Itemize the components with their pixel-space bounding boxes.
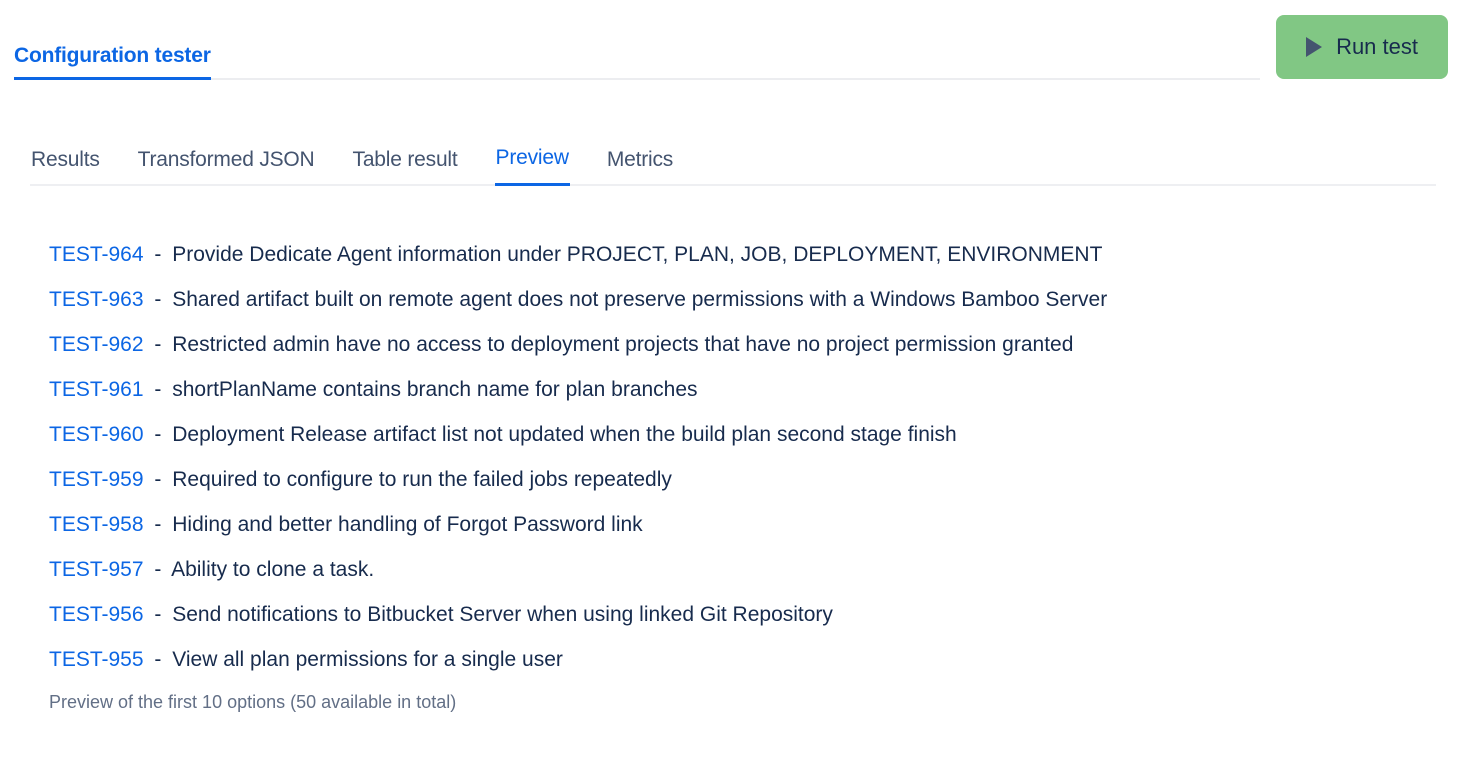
issue-key-link[interactable]: TEST-963 [49,288,144,311]
issue-summary: Deployment Release artifact list not upd… [172,423,957,446]
issue-key-link[interactable]: TEST-958 [49,513,144,536]
separator: - [154,468,161,491]
run-test-button[interactable]: Run test [1276,15,1448,79]
list-item: TEST-962 - Restricted admin have no acce… [49,332,1436,357]
issue-key-link[interactable]: TEST-959 [49,468,144,491]
separator: - [154,243,161,266]
issue-key-link[interactable]: TEST-957 [49,558,144,581]
issue-key-link[interactable]: TEST-956 [49,603,144,626]
issue-summary: Provide Dedicate Agent information under… [172,243,1102,266]
issue-summary: shortPlanName contains branch name for p… [172,378,697,401]
title-tab-strip: Configuration tester [14,0,1260,80]
list-item: TEST-958 - Hiding and better handling of… [49,512,1436,537]
list-item: TEST-961 - shortPlanName contains branch… [49,377,1436,402]
tab-metrics[interactable]: Metrics [606,146,674,186]
issue-summary: Required to configure to run the failed … [172,468,672,491]
separator: - [154,288,161,311]
issue-summary: Hiding and better handling of Forgot Pas… [172,513,642,536]
issue-summary: Ability to clone a task. [171,558,374,581]
issue-summary: Send notifications to Bitbucket Server w… [172,603,833,626]
preview-list: TEST-964 - Provide Dedicate Agent inform… [0,242,1466,672]
separator: - [154,378,161,401]
issue-summary: View all plan permissions for a single u… [172,648,563,671]
play-icon [1306,37,1322,57]
separator: - [154,648,161,671]
run-test-label: Run test [1336,34,1418,60]
tab-results[interactable]: Results [30,146,101,186]
tab-preview[interactable]: Preview [495,146,570,186]
configuration-tester-tab[interactable]: Configuration tester [14,44,211,80]
separator: - [154,513,161,536]
tab-transformed-json[interactable]: Transformed JSON [137,146,316,186]
separator: - [154,423,161,446]
separator: - [154,333,161,356]
result-tabs: Results Transformed JSON Table result Previ… [30,146,1436,186]
tab-table-result[interactable]: Table result [352,146,459,186]
list-item: TEST-955 - View all plan permissions for… [49,647,1436,672]
separator: - [154,603,161,626]
page-header: Configuration tester Run test [0,0,1466,80]
issue-key-link[interactable]: TEST-960 [49,423,144,446]
issue-key-link[interactable]: TEST-955 [49,648,144,671]
preview-footer-note: Preview of the first 10 options (50 avai… [49,692,1466,713]
separator: - [154,558,161,581]
list-item: TEST-963 - Shared artifact built on remo… [49,287,1436,312]
issue-key-link[interactable]: TEST-964 [49,243,144,266]
list-item: TEST-956 - Send notifications to Bitbuck… [49,602,1436,627]
list-item: TEST-959 - Required to configure to run … [49,467,1436,492]
list-item: TEST-964 - Provide Dedicate Agent inform… [49,242,1436,267]
list-item: TEST-957 - Ability to clone a task. [49,557,1436,582]
issue-summary: Shared artifact built on remote agent do… [172,288,1107,311]
issue-summary: Restricted admin have no access to deplo… [172,333,1073,356]
issue-key-link[interactable]: TEST-961 [49,378,144,401]
list-item: TEST-960 - Deployment Release artifact l… [49,422,1436,447]
issue-key-link[interactable]: TEST-962 [49,333,144,356]
